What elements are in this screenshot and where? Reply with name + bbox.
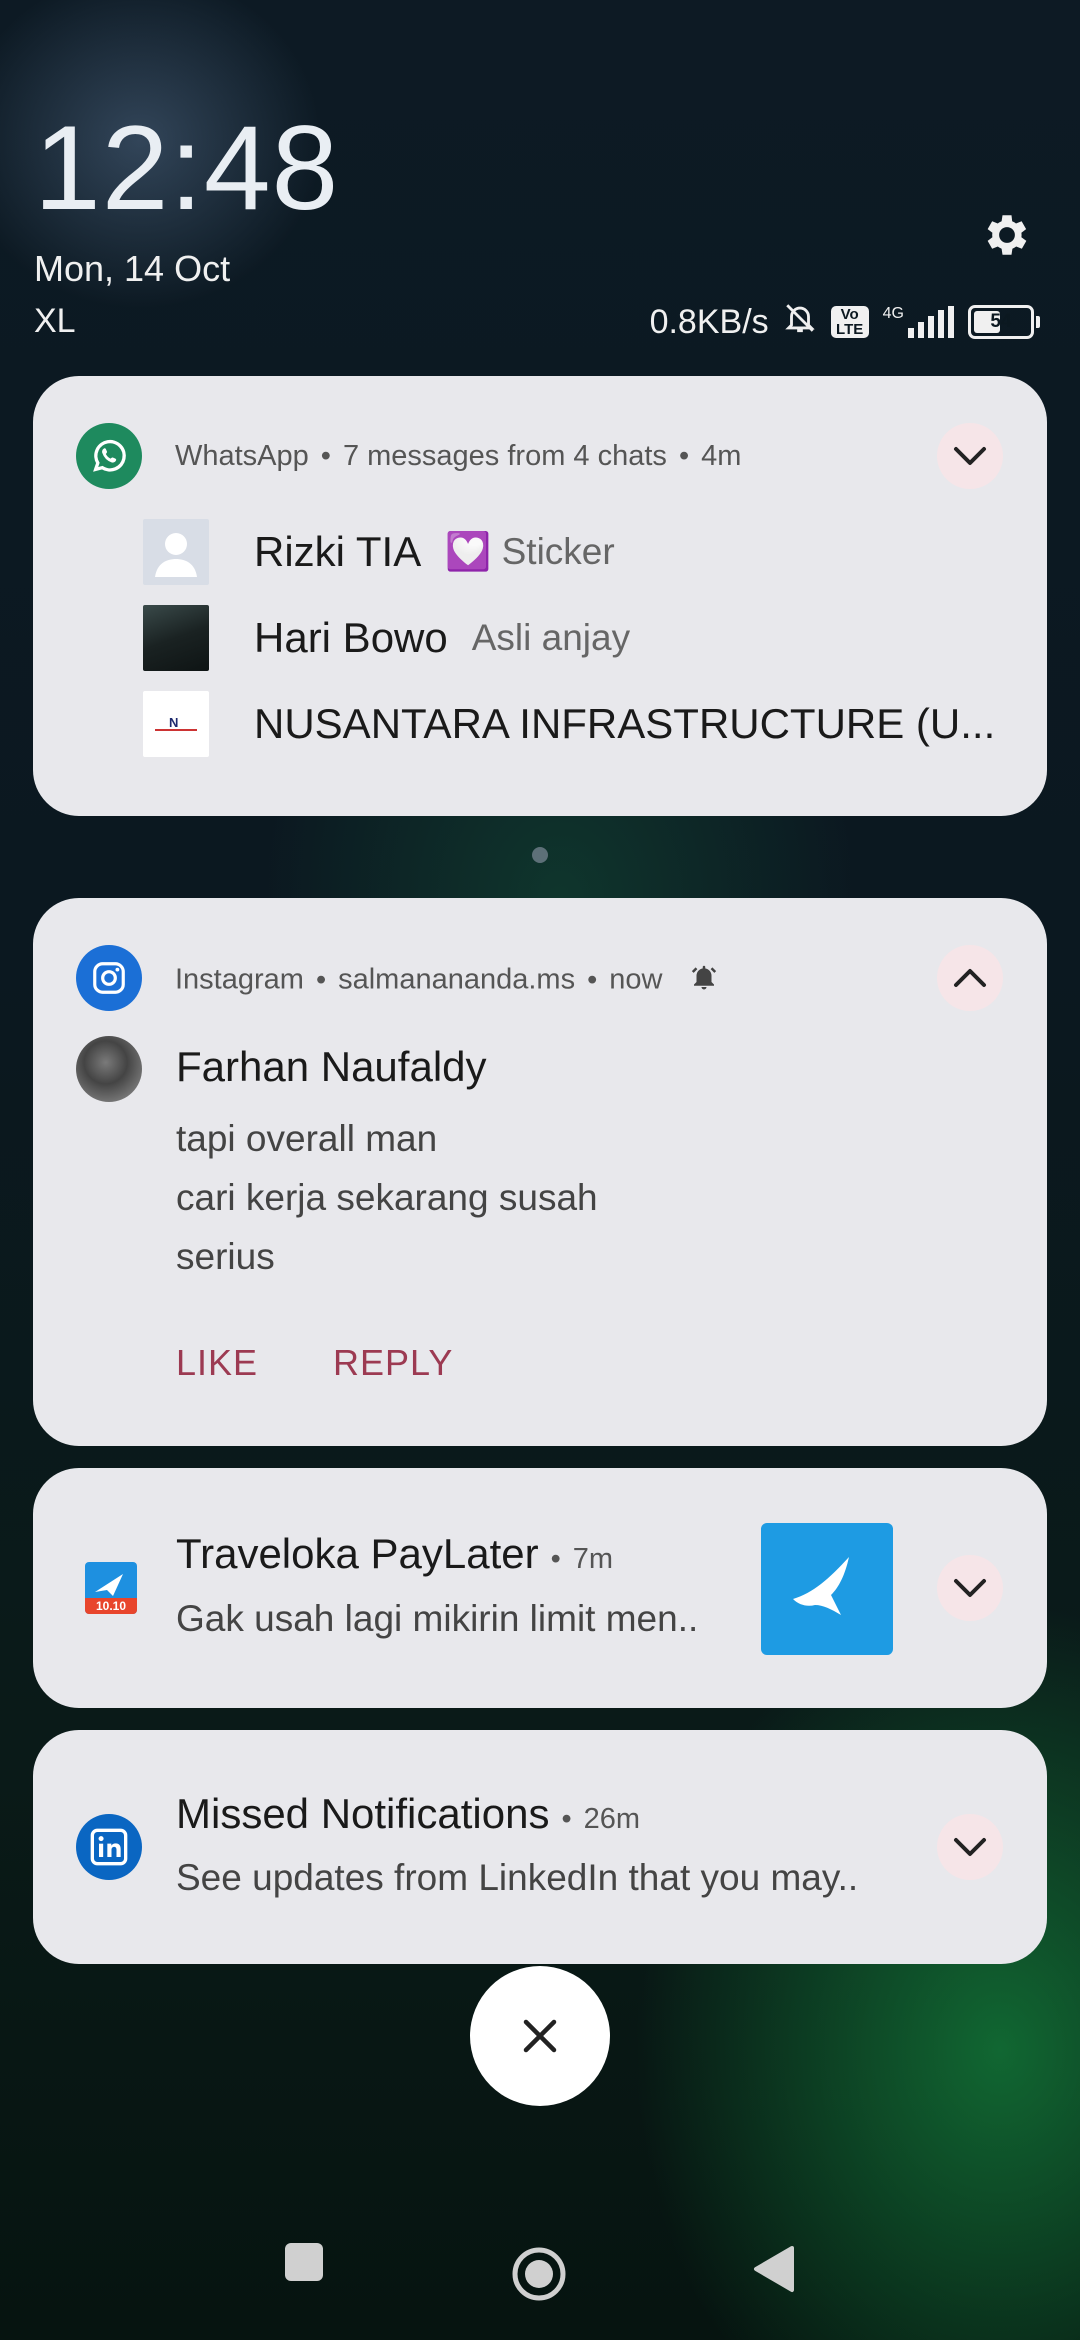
notification-body: Gak usah lagi mikirin limit men.. [176,1598,699,1639]
settings-gear-icon[interactable] [980,208,1034,262]
traveloka-bird-icon [761,1523,893,1655]
message-line: serius [176,1236,275,1277]
home-circle-icon[interactable] [510,2245,568,2308]
contact-avatar [143,519,209,585]
chat-name: Hari Bowo [254,614,448,661]
chat-row[interactable]: Rizki TIA 💟 Sticker [143,518,615,586]
network-speed: 0.8KB/s [649,302,769,341]
page-indicator-dot [532,847,548,863]
chat-name: NUSANTARA INFRASTRUCTURE (U... [254,700,996,747]
linkedin-notification[interactable]: Missed Notifications • 26m See updates fro… [33,1730,1047,1964]
chat-name: Rizki TIA [254,528,422,575]
whatsapp-notification[interactable]: WhatsApp • 7 messages from 4 chats • 4m Rizk… [33,376,1047,816]
sender-avatar [76,1036,142,1102]
notification-time: 7m [572,1543,614,1575]
carrier-name: XL [34,302,76,340]
account-name: salmanananda.ms [338,963,576,996]
notification-summary: 7 messages from 4 chats [342,440,667,472]
contact-avatar [143,605,209,671]
group-logo-icon: N [143,691,209,757]
expand-chevron-down-icon[interactable] [937,423,1003,489]
reply-button[interactable]: REPLY [333,1342,453,1384]
notification-title: Traveloka PayLater • 7m [176,1530,614,1577]
battery-level: 54 [990,311,1012,332]
expand-chevron-down-icon[interactable] [937,1555,1003,1621]
svg-text:N: N [169,715,178,730]
clear-all-close-icon[interactable] [470,1966,610,2106]
chat-message: Asli anjay [471,617,631,658]
notification-time: 26m [583,1803,641,1835]
clock: 12:48 [34,101,340,235]
notification-time: 4m [701,440,742,472]
icon-label: 10.10 [96,1599,126,1613]
signal-icon: 4G [883,306,954,338]
notification-title: Missed Notifications • 26m [176,1790,641,1837]
whatsapp-icon [76,423,142,489]
collapse-chevron-up-icon[interactable] [937,945,1003,1011]
back-triangle-icon[interactable] [752,2244,796,2299]
bell-muted-icon [783,300,817,345]
chat-row[interactable]: Hari Bowo Asli anjay [143,604,630,672]
whatsapp-header: WhatsApp • 7 messages from 4 chats • 4m [175,440,742,472]
instagram-notification[interactable]: Instagram • salmanananda.ms • now Farhan Nau… [33,898,1047,1446]
expand-chevron-down-icon[interactable] [937,1814,1003,1880]
message-line: tapi overall man [176,1118,438,1159]
traveloka-app-icon: 10.10 [85,1562,137,1614]
bell-icon [689,962,719,1000]
chat-row[interactable]: N NUSANTARA INFRASTRUCTURE (U... [143,690,995,758]
status-bar: 0.8KB/s Vo LTE 4G 54 [650,300,1040,344]
instagram-header: Instagram • salmanananda.ms • now [175,962,719,1000]
app-name: Instagram [175,963,304,996]
recents-square-icon[interactable] [282,2240,326,2289]
date: Mon, 14 Oct [34,248,231,289]
chat-message: 💟 Sticker [445,530,615,572]
instagram-icon [76,945,142,1011]
sender-name: Farhan Naufaldy [176,1043,487,1090]
traveloka-notification[interactable]: 10.10 Traveloka PayLater • 7m Gak usah lag… [33,1468,1047,1708]
notification-body: See updates from LinkedIn that you may.. [176,1857,859,1898]
notification-time: now [609,963,663,996]
battery-icon: 54 [968,305,1040,339]
sticker-heart-icon: 💟 [445,530,492,572]
app-name: WhatsApp [175,440,309,472]
network-type: 4G [882,305,904,322]
like-button[interactable]: LIKE [176,1342,258,1384]
linkedin-icon [76,1814,142,1880]
volte-icon: Vo LTE [830,306,869,338]
message-line: cari kerja sekarang susah [176,1177,598,1218]
